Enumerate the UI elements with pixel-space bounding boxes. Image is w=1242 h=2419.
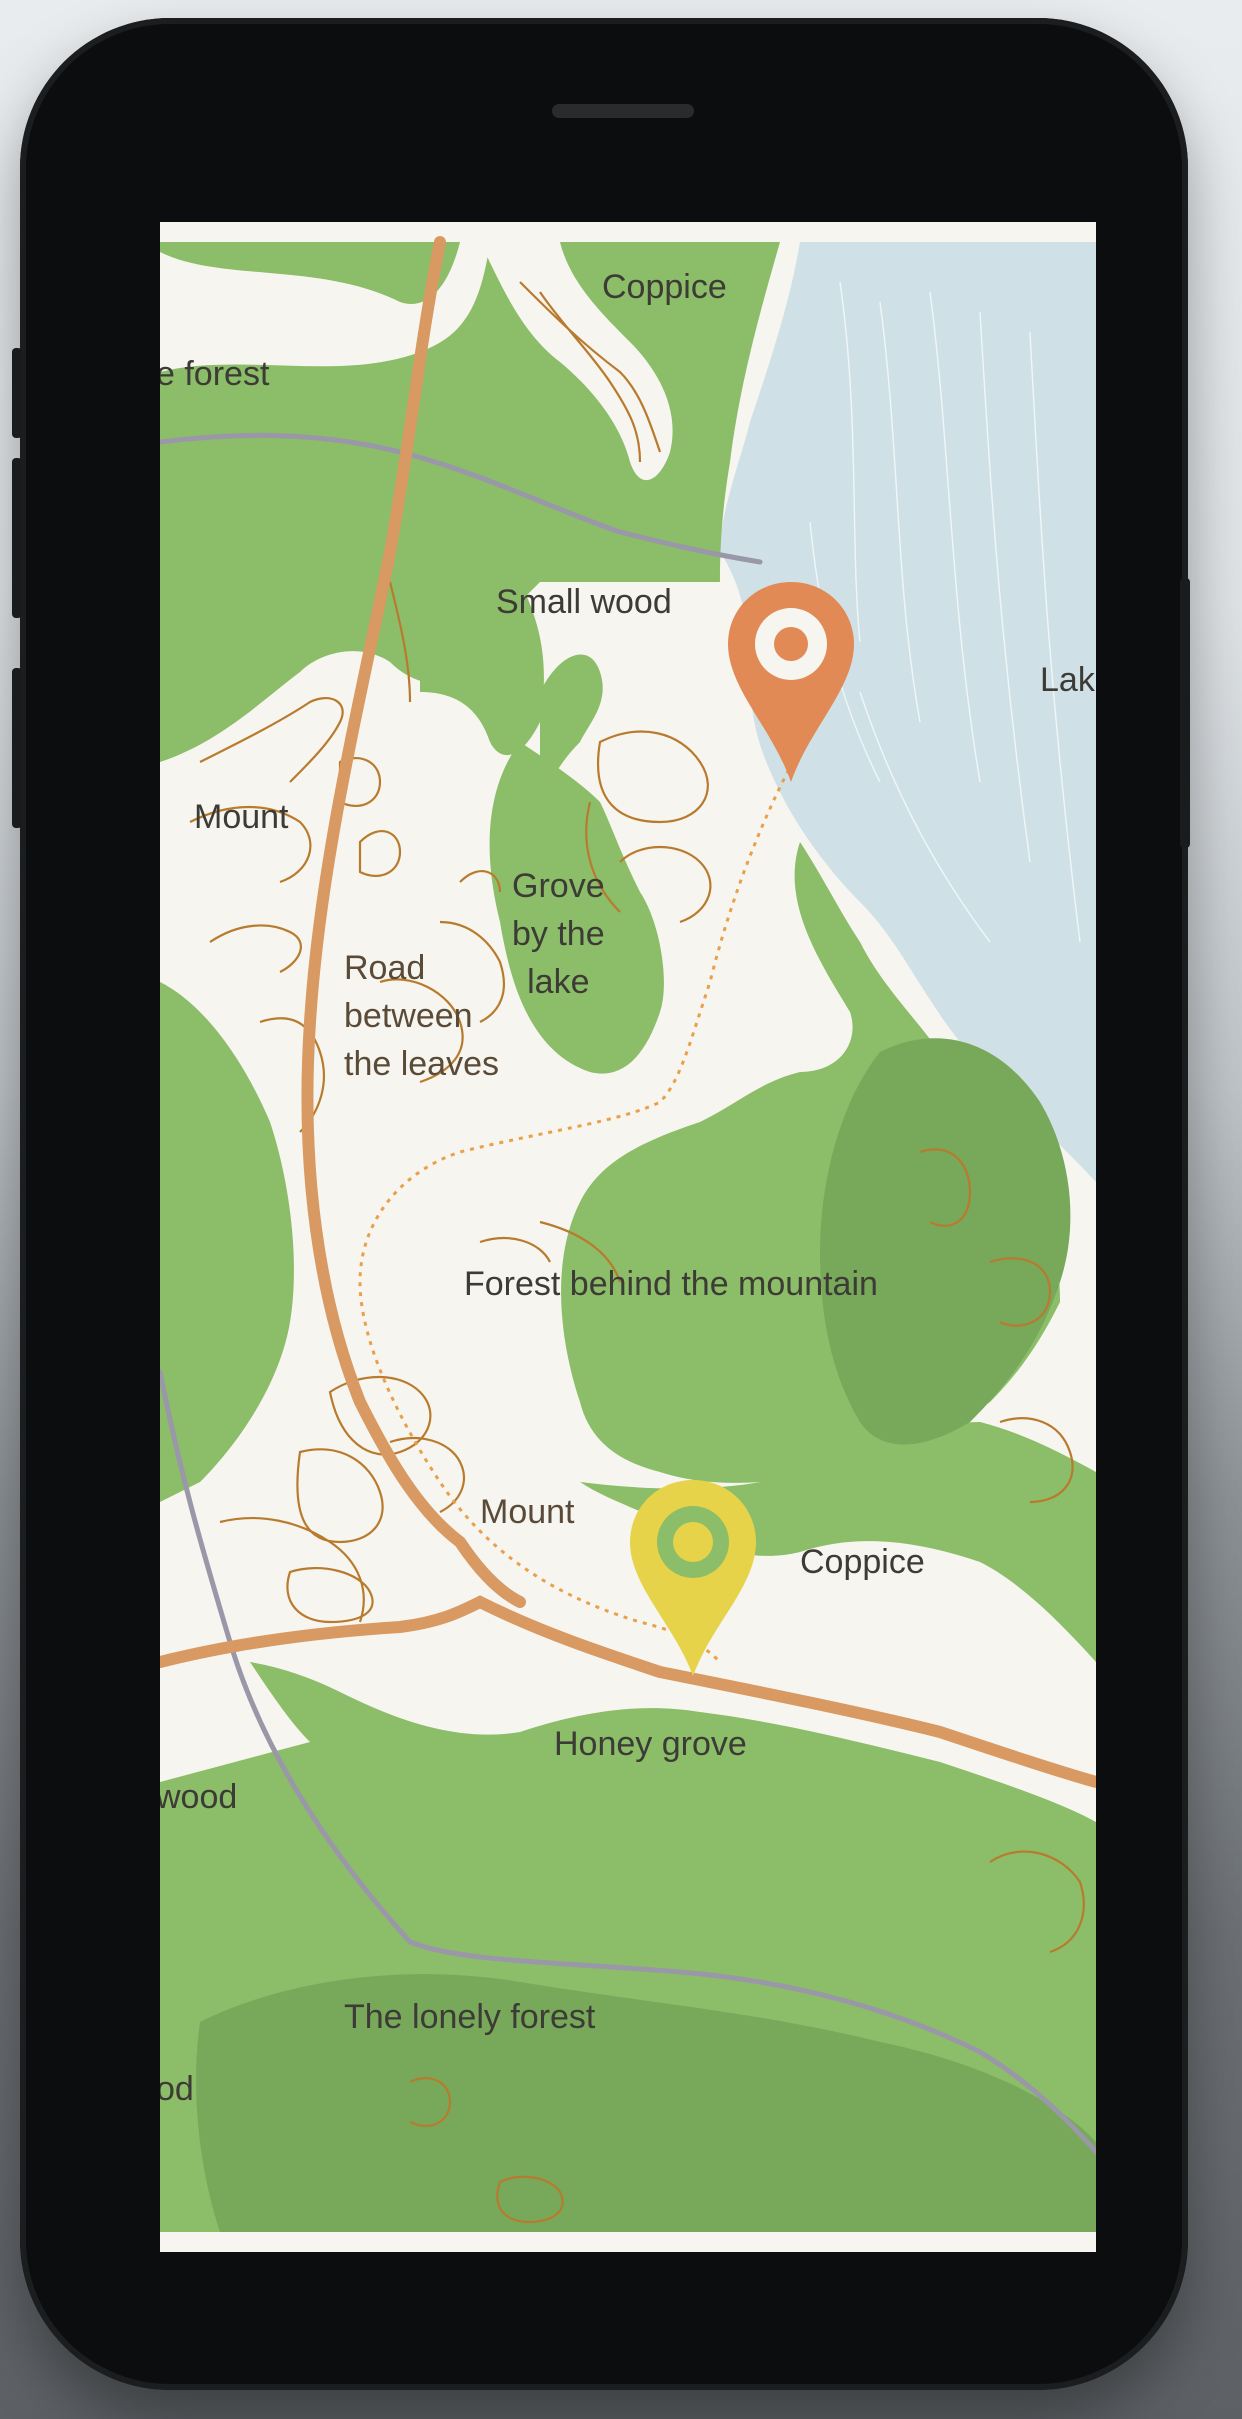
label-lake: Lak <box>1040 661 1095 699</box>
label-road-between-the-leaves: Road between the leaves <box>344 949 499 1083</box>
earpiece-speaker <box>552 104 694 118</box>
volume-up-button <box>12 348 22 438</box>
label-forest-left: e forest <box>160 355 270 393</box>
label-small-wood: Small wood <box>496 583 672 621</box>
label-od-left: od <box>160 2070 194 2108</box>
origin-pin-icon[interactable] <box>722 578 860 786</box>
label-coppice-top: Coppice <box>602 268 727 306</box>
silent-switch <box>12 668 22 828</box>
power-button <box>1180 578 1190 848</box>
label-the-lonely-forest: The lonely forest <box>344 1998 596 2036</box>
label-wood-left: wood <box>160 1778 238 1816</box>
label-forest-behind-the-mountain: Forest behind the mountain <box>464 1265 878 1303</box>
label-mount-upper: Mount <box>194 798 289 836</box>
map-screen[interactable]: Coppice e forest Small wood Lak Mount Gr… <box>160 222 1096 2252</box>
map-canvas[interactable] <box>160 222 1096 2252</box>
label-coppice-lower: Coppice <box>800 1543 925 1581</box>
label-mount-lower: Mount <box>480 1493 575 1531</box>
volume-down-button <box>12 458 22 618</box>
phone-frame: Coppice e forest Small wood Lak Mount Gr… <box>12 18 1190 2390</box>
destination-pin-icon[interactable] <box>624 1476 762 1680</box>
label-grove-by-the-lake: Grove by the lake <box>512 867 605 1001</box>
label-honey-grove: Honey grove <box>554 1725 747 1763</box>
